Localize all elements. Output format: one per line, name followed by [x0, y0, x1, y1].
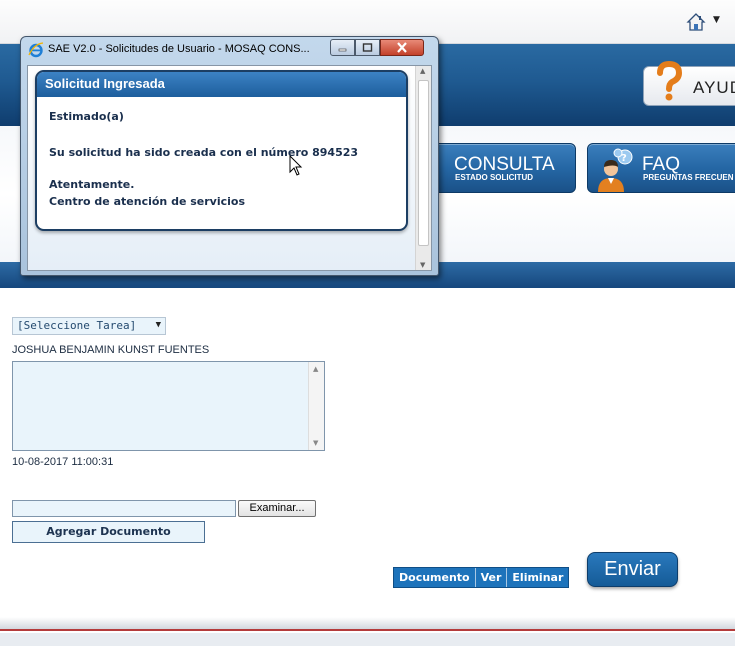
- close-button[interactable]: [380, 39, 424, 56]
- home-icon[interactable]: [686, 12, 706, 32]
- column-header-documento: Documento: [394, 568, 476, 587]
- internet-explorer-icon: [28, 42, 44, 58]
- message-signature: Centro de atención de servicios: [49, 195, 246, 208]
- popup-content: Solicitud Ingresada Estimado(a) Su solic…: [27, 65, 432, 271]
- scroll-up-icon[interactable]: ▲: [420, 67, 425, 75]
- popup-titlebar[interactable]: SAE V2.0 - Solicitudes de Usuario - MOSA…: [21, 37, 438, 61]
- popup-window[interactable]: SAE V2.0 - Solicitudes de Usuario - MOSA…: [20, 36, 439, 276]
- nav-consulta-subtitle: ESTADO SOLICITUD: [455, 173, 534, 182]
- scrollbar-thumb[interactable]: [418, 80, 429, 246]
- file-path-input[interactable]: [12, 500, 236, 517]
- help-button[interactable]: AYUD: [643, 61, 735, 106]
- message-body: Su solicitud ha sido creada con el númer…: [49, 146, 359, 159]
- message-greeting: Estimado(a): [49, 110, 124, 123]
- close-icon: [397, 42, 407, 53]
- comment-scrollbar[interactable]: ▲ ▼: [308, 362, 324, 450]
- column-header-ver: Ver: [476, 568, 508, 587]
- mouse-cursor-icon: [289, 155, 303, 176]
- question-mark-icon: [657, 61, 683, 101]
- nav-faq-subtitle: PREGUNTAS FRECUEN: [643, 173, 734, 182]
- chevron-down-icon[interactable]: ▼: [156, 320, 161, 330]
- nav-faq-button[interactable]: ? FAQ PREGUNTAS FRECUEN: [587, 143, 735, 193]
- nav-consulta-button[interactable]: CONSULTA ESTADO SOLICITUD: [430, 143, 576, 193]
- user-name: JOSHUA BENJAMIN KUNST FUENTES: [12, 344, 210, 356]
- add-document-button[interactable]: Agregar Documento: [12, 521, 205, 543]
- task-select[interactable]: [Seleccione Tarea] ▼: [12, 317, 166, 335]
- documents-table-header: Documento Ver Eliminar: [393, 567, 570, 588]
- minimize-icon: [338, 48, 347, 52]
- message-panel: Solicitud Ingresada Estimado(a) Su solic…: [35, 70, 408, 231]
- message-panel-title: Solicitud Ingresada: [37, 72, 406, 97]
- scroll-up-icon[interactable]: ▲: [313, 365, 318, 373]
- submit-button[interactable]: Enviar: [587, 552, 678, 587]
- popup-scrollbar[interactable]: ▲ ▼: [415, 66, 431, 270]
- chevron-down-icon[interactable]: ▼: [713, 15, 720, 25]
- page-footer: [0, 617, 735, 631]
- scroll-down-icon[interactable]: ▼: [313, 439, 318, 447]
- window-controls: [330, 39, 424, 56]
- popup-window-title: SAE V2.0 - Solicitudes de Usuario - MOSA…: [48, 43, 310, 55]
- browse-button[interactable]: Examinar...: [238, 500, 316, 517]
- task-select-value: [Seleccione Tarea]: [17, 319, 137, 332]
- page-footer-bottom: [0, 633, 735, 646]
- message-closing: Atentamente.: [49, 178, 135, 191]
- help-button-label: AYUD: [693, 78, 735, 97]
- maximize-button[interactable]: [355, 39, 380, 56]
- maximize-icon: [362, 43, 373, 52]
- faq-person-icon: ?: [598, 148, 633, 192]
- column-header-eliminar: Eliminar: [512, 571, 564, 584]
- scroll-down-icon[interactable]: ▼: [420, 261, 425, 269]
- comment-textarea[interactable]: ▲ ▼: [12, 361, 325, 451]
- minimize-button[interactable]: [330, 39, 355, 56]
- timestamp: 10-08-2017 11:00:31: [12, 456, 114, 468]
